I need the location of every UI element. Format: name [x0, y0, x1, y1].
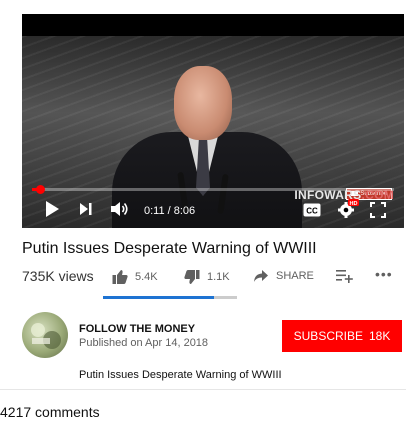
video-description: Putin Issues Desperate Warning of WWIII: [79, 369, 282, 381]
next-icon[interactable]: [78, 200, 94, 223]
subscribe-button[interactable]: SUBSCRIBE 18K: [282, 320, 402, 352]
view-count: 735K views: [22, 268, 94, 284]
like-count: 5.4K: [135, 271, 158, 283]
channel-name[interactable]: FOLLOW THE MONEY: [79, 323, 195, 335]
channel-avatar[interactable]: [22, 312, 68, 358]
settings-icon[interactable]: HD: [337, 199, 359, 224]
video-card: Subscribe INFOWARS.COM 0:11 / 8:06 CC HD…: [0, 0, 406, 390]
add-to-playlist-button[interactable]: [336, 269, 354, 283]
video-player[interactable]: Subscribe INFOWARS.COM 0:11 / 8:06 CC HD: [22, 14, 404, 228]
subscribe-label: SUBSCRIBE: [293, 329, 363, 343]
share-icon: [254, 270, 268, 282]
progress-bar[interactable]: [32, 185, 394, 194]
share-label: SHARE: [276, 270, 314, 282]
speaker-head: [174, 66, 232, 140]
like-dislike-bar: [103, 296, 237, 299]
player-controls: 0:11 / 8:06 CC HD: [22, 194, 404, 228]
add-to-playlist-icon: [336, 270, 353, 283]
publish-date: Published on Apr 14, 2018: [79, 337, 209, 349]
thumbs-up-icon: [112, 270, 128, 284]
more-actions-icon[interactable]: •••: [375, 266, 393, 282]
hd-badge: HD: [350, 201, 358, 207]
fullscreen-icon[interactable]: [370, 202, 386, 223]
dislike-button[interactable]: 1.1K: [184, 269, 230, 285]
dislike-count: 1.1K: [207, 271, 230, 283]
captions-icon[interactable]: CC: [303, 203, 321, 222]
volume-icon[interactable]: [110, 200, 130, 223]
video-title: Putin Issues Desperate Warning of WWIII: [22, 240, 317, 257]
subscriber-count: 18K: [369, 329, 391, 343]
thumbs-down-icon: [184, 270, 200, 284]
comment-count: 4217 comments: [0, 404, 100, 420]
time-display: 0:11 / 8:06: [144, 205, 196, 217]
share-button[interactable]: SHARE: [253, 269, 314, 283]
like-button[interactable]: 5.4K: [112, 269, 158, 285]
captions-label: CC: [306, 207, 318, 216]
like-ratio-fill: [103, 296, 215, 299]
play-icon[interactable]: [44, 200, 60, 223]
